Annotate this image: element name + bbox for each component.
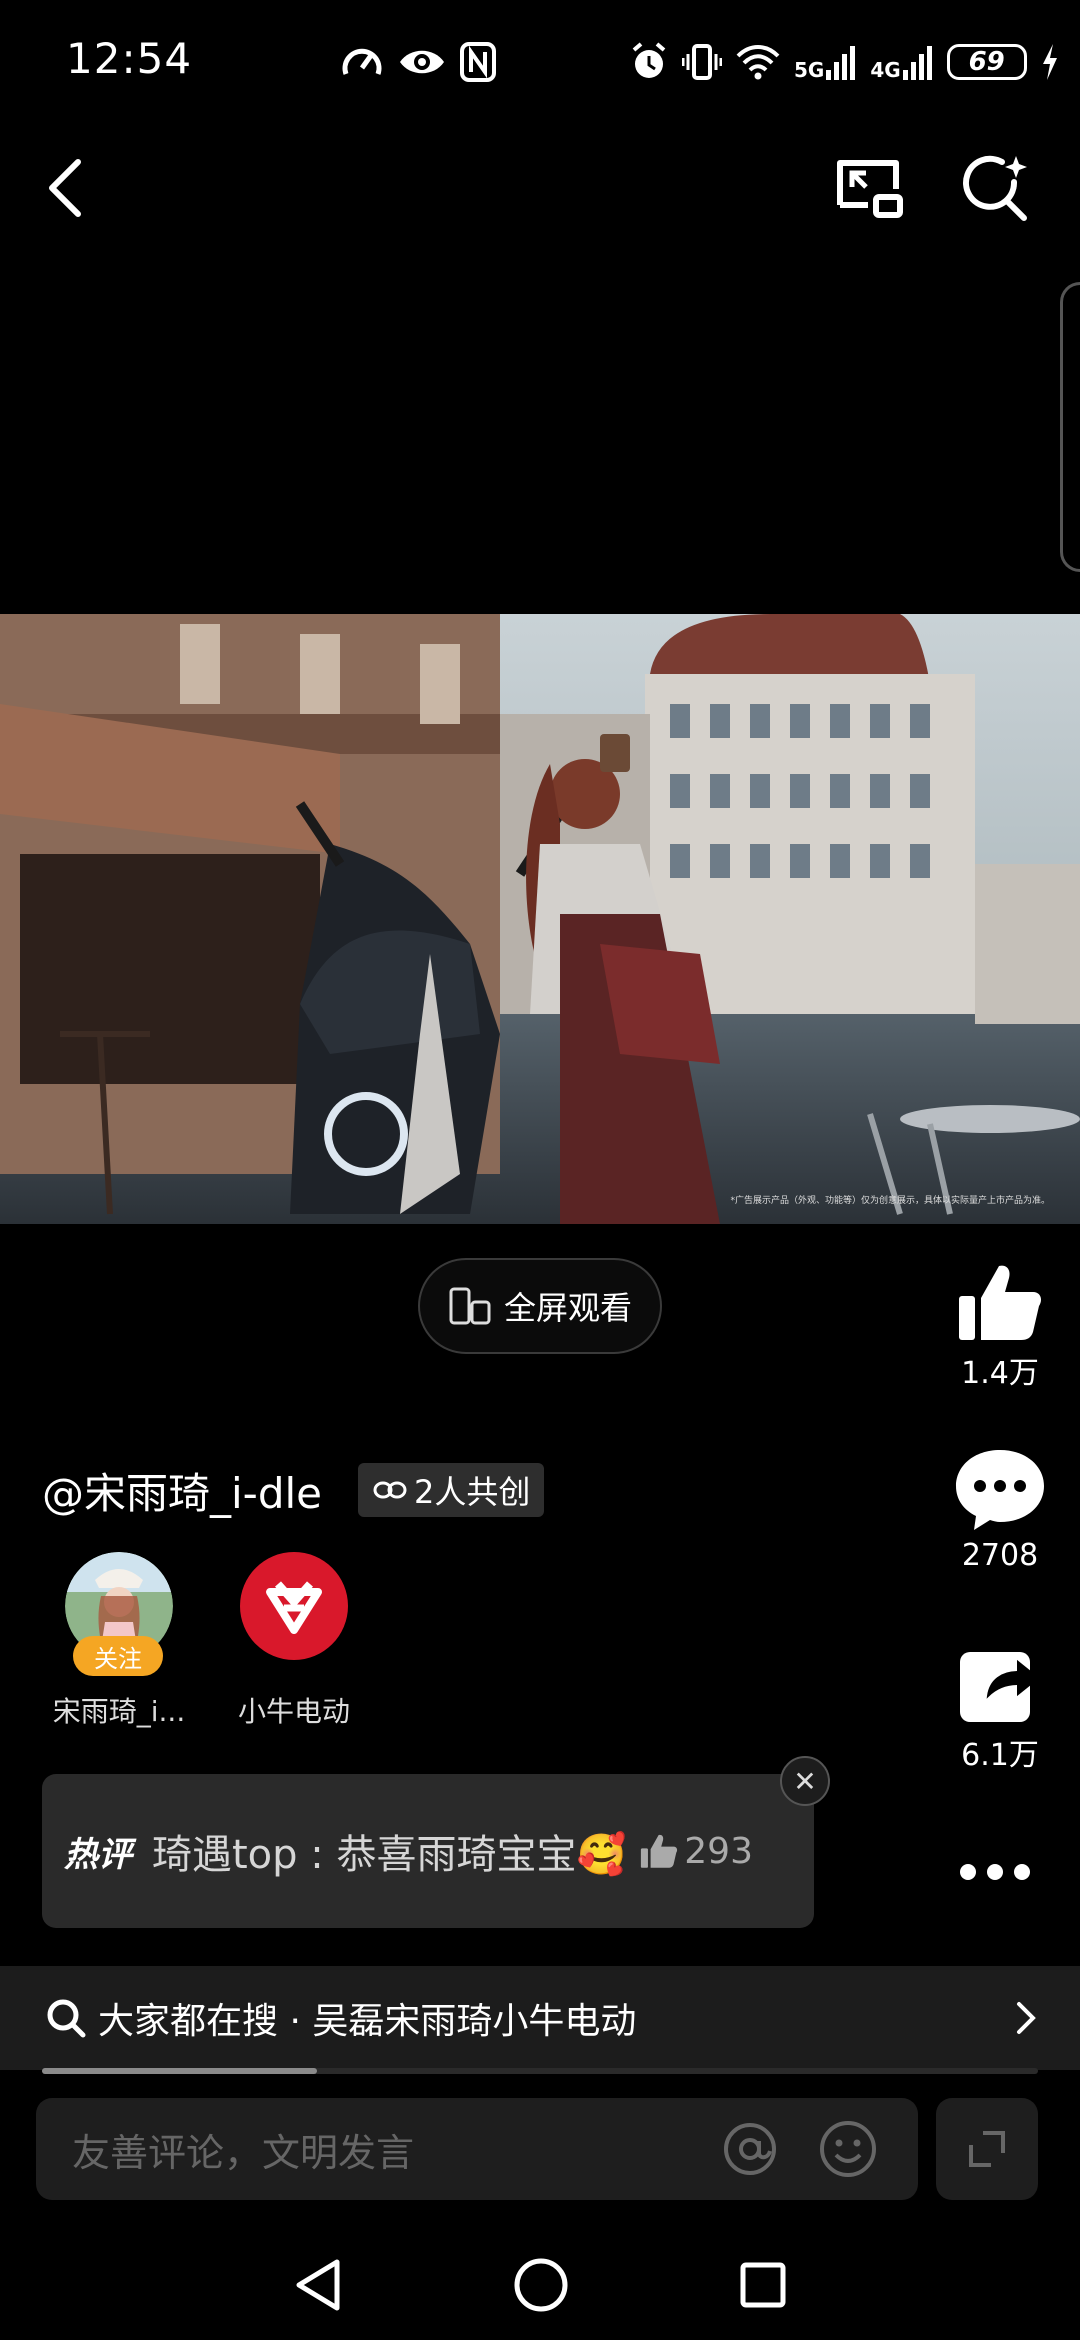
follow-badge[interactable]: 关注 — [73, 1636, 163, 1676]
cocreate-badge[interactable]: 2人共创 — [358, 1463, 545, 1517]
like-count: 1.4万 — [961, 1356, 1039, 1391]
more-options-button[interactable] — [958, 1862, 1032, 1886]
mention-at-icon[interactable] — [722, 2121, 778, 2177]
status-bar: 12:54 5G 4G 69 — [0, 0, 1080, 120]
net-type-2: 4G — [870, 58, 901, 82]
signal-bars-icon — [902, 46, 932, 80]
hot-comment-like-count: 293 — [684, 1830, 753, 1872]
side-drawer-handle[interactable] — [1060, 282, 1080, 572]
creator-item[interactable]: 小牛电动 — [219, 1552, 369, 1730]
search-button[interactable] — [956, 148, 1036, 228]
wifi-icon — [736, 45, 780, 80]
trending-search-bar[interactable]: 大家都在搜 · 吴磊宋雨琦小牛电动 — [0, 1966, 1080, 2070]
cell-signal-2: 4G — [870, 44, 932, 80]
creator-name: 小牛电动 — [237, 1695, 350, 1728]
picture-in-picture-button[interactable] — [830, 148, 910, 228]
comment-count: 2708 — [961, 1538, 1039, 1573]
thumbs-up-icon — [641, 1834, 678, 1868]
link-loop-icon — [373, 1481, 407, 1499]
comment-input[interactable]: 友善评论，文明发言 — [36, 2098, 918, 2200]
video-frame-image — [0, 614, 1080, 1224]
net-type-1: 5G — [794, 58, 825, 82]
eye-icon — [400, 50, 444, 74]
back-button[interactable] — [26, 148, 106, 228]
expand-icon — [969, 2131, 1005, 2167]
creator-name: 宋雨琦_i... — [52, 1695, 186, 1728]
recents-square-icon[interactable] — [739, 2261, 787, 2309]
niu-logo-icon — [266, 1581, 322, 1634]
video-progress-fill — [42, 2068, 317, 2074]
alarm-icon — [632, 42, 666, 78]
status-left-icons — [340, 40, 496, 84]
speech-bubble-icon — [956, 1450, 1044, 1530]
fullscreen-button[interactable]: 全屏观看 — [418, 1258, 662, 1354]
speedometer-icon — [342, 48, 382, 75]
creator-item[interactable]: 关注 宋雨琦_i... — [44, 1552, 194, 1730]
hot-comment-tag: 热评 — [64, 1834, 132, 1875]
avatar[interactable]: 关注 — [65, 1552, 173, 1676]
status-right-icons: 5G 4G 69 — [630, 40, 1059, 84]
charging-icon — [1042, 44, 1057, 80]
close-hot-comment-button[interactable]: ✕ — [780, 1756, 830, 1806]
expand-comment-button[interactable] — [936, 2098, 1038, 2200]
author-handle[interactable]: @宋雨琦_i-dle — [42, 1460, 322, 1521]
more-dots-icon — [960, 1864, 1030, 1880]
system-navigation-bar — [0, 2230, 1080, 2340]
cocreate-label: 2人共创 — [414, 1473, 531, 1511]
hot-comment-likes[interactable]: 293 — [640, 1831, 753, 1872]
share-button[interactable]: 6.1万 — [940, 1644, 1060, 1774]
search-icon — [47, 1999, 86, 2038]
cell-signal-1: 5G — [794, 44, 856, 80]
avatar[interactable] — [240, 1552, 348, 1660]
share-icon — [960, 1652, 1040, 1722]
close-icon: ✕ — [793, 1764, 817, 1798]
share-count: 6.1万 — [961, 1738, 1039, 1773]
comment-button[interactable]: 2708 — [940, 1448, 1060, 1573]
pip-icon — [837, 160, 903, 218]
comment-placeholder: 友善评论，文明发言 — [72, 2130, 415, 2175]
video-progress-bar[interactable] — [42, 2068, 1038, 2074]
vibrate-icon — [682, 44, 722, 80]
signal-bars-icon — [826, 46, 856, 80]
video-disclaimer: *广告展示产品（外观、功能等）仅为创意展示，具体以实际量产上市产品为准。 — [730, 1196, 1050, 1206]
hot-comment-text: 琦遇top : 恭喜雨琦宝宝🥰 — [152, 1832, 627, 1878]
hot-comment-card[interactable]: 热评 琦遇top : 恭喜雨琦宝宝🥰 293 — [42, 1774, 814, 1928]
chevron-right-icon — [1017, 2002, 1036, 2034]
video-player[interactable]: *广告展示产品（外观、功能等）仅为创意展示，具体以实际量产上市产品为准。 — [0, 614, 1080, 1224]
battery-indicator: 69 — [946, 44, 1027, 80]
search-sparkle-icon — [963, 155, 1027, 221]
nfc-icon — [460, 42, 496, 82]
fullscreen-label: 全屏观看 — [503, 1289, 632, 1327]
rotate-screen-icon — [449, 1287, 491, 1325]
home-circle-icon[interactable] — [513, 2257, 569, 2313]
status-time: 12:54 — [66, 34, 193, 83]
like-button[interactable]: 1.4万 — [940, 1262, 1060, 1392]
back-triangle-icon[interactable] — [293, 2258, 343, 2312]
chevron-left-icon — [49, 159, 81, 217]
thumbs-up-icon — [959, 1265, 1041, 1340]
emoji-icon[interactable] — [818, 2119, 878, 2179]
trending-search-text: 大家都在搜 · 吴磊宋雨琦小牛电动 — [98, 2001, 637, 2042]
